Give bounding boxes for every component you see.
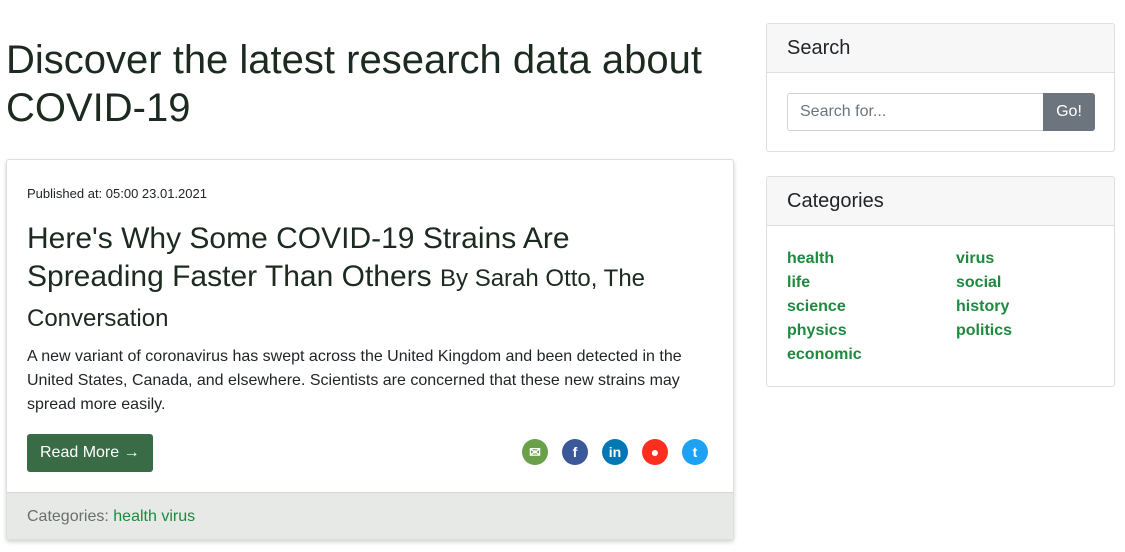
categories-column-left: health life science physics economic — [787, 247, 956, 367]
category-link-physics[interactable]: physics — [787, 322, 847, 339]
share-buttons: ✉ f in ● t — [522, 439, 708, 465]
category-item: economic — [787, 343, 956, 367]
categories-grid: health life science physics economic vir… — [787, 247, 1114, 367]
facebook-share-icon[interactable]: f — [562, 439, 588, 465]
email-share-icon[interactable]: ✉ — [522, 439, 548, 465]
category-item: virus — [956, 247, 1114, 271]
category-item: health — [787, 247, 956, 271]
category-link-economic[interactable]: economic — [787, 346, 862, 363]
search-row: Go! — [787, 93, 1095, 131]
search-go-button[interactable]: Go! — [1043, 93, 1095, 131]
search-widget: Search Go! — [766, 23, 1115, 152]
post-footer: Categories: health virus — [7, 492, 733, 539]
search-input[interactable] — [787, 93, 1043, 131]
category-item: politics — [956, 319, 1114, 343]
category-item: history — [956, 295, 1114, 319]
category-item: science — [787, 295, 956, 319]
category-link-health[interactable]: health — [787, 250, 834, 267]
category-item: physics — [787, 319, 956, 343]
categories-column-right: virus social history politics — [956, 247, 1114, 367]
search-widget-title: Search — [767, 24, 1114, 73]
post-card: Published at: 05:00 23.01.2021 Here's Wh… — [6, 159, 734, 540]
published-date: Published at: 05:00 23.01.2021 — [27, 186, 207, 201]
categories-widget-title: Categories — [767, 177, 1114, 226]
category-link-history[interactable]: history — [956, 298, 1009, 315]
reddit-share-icon[interactable]: ● — [642, 439, 668, 465]
footer-categories: Categories: health virus — [27, 508, 195, 526]
category-link-virus[interactable]: virus — [956, 250, 994, 267]
footer-category-virus[interactable]: virus — [161, 508, 195, 525]
categories-widget: Categories health life science physics e… — [766, 176, 1115, 387]
category-item: life — [787, 271, 956, 295]
footer-category-health[interactable]: health — [113, 508, 157, 525]
footer-categories-label: Categories: — [27, 508, 109, 525]
post-excerpt: A new variant of coronavirus has swept a… — [27, 348, 682, 413]
post-title: Here's Why Some COVID-19 Strains Are Spr… — [27, 220, 707, 338]
page-title: Discover the latest research data about … — [6, 38, 702, 130]
category-link-social[interactable]: social — [956, 274, 1001, 291]
read-more-button[interactable]: Read More → — [27, 434, 153, 472]
linkedin-share-icon[interactable]: in — [602, 439, 628, 465]
category-link-science[interactable]: science — [787, 298, 846, 315]
category-link-politics[interactable]: politics — [956, 322, 1012, 339]
category-item: social — [956, 271, 1114, 295]
category-link-life[interactable]: life — [787, 274, 810, 291]
twitter-share-icon[interactable]: t — [682, 439, 708, 465]
